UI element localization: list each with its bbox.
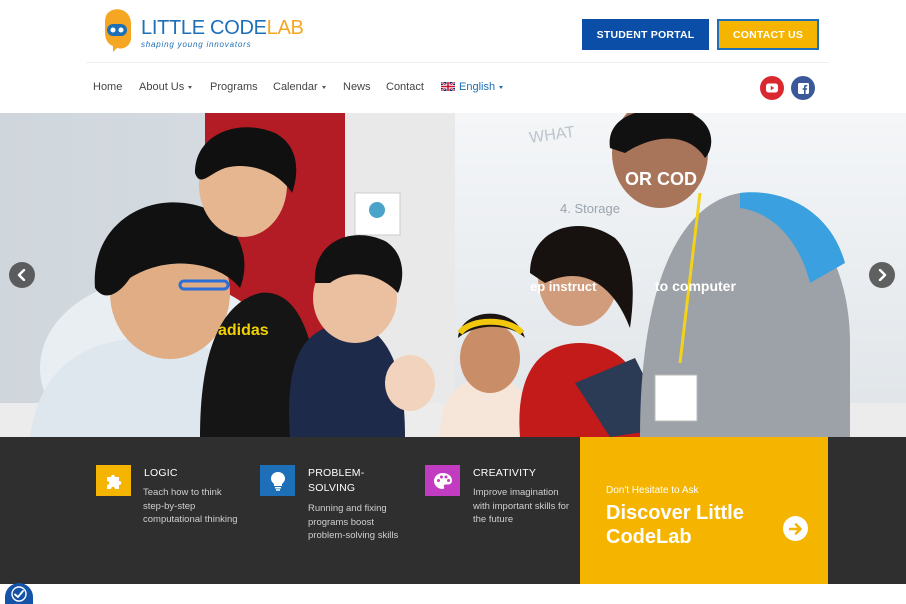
feature-title: CREATIVITY [473, 467, 537, 479]
svg-text:4. Storage: 4. Storage [560, 201, 620, 216]
nav-item-contact[interactable]: Contact [386, 81, 424, 93]
svg-text:ep instruct: ep instruct [530, 279, 597, 294]
logo-wordmark: LITTLE CODELAB [141, 17, 304, 39]
facebook-icon [797, 82, 809, 94]
chevron-right-icon [878, 269, 887, 281]
nav-item-programs[interactable]: Programs [210, 81, 258, 93]
slider-prev-button[interactable] [9, 262, 35, 288]
site-header: LITTLE CODELAB shaping young innovators … [0, 0, 906, 62]
feature-title: PROBLEM-SOLVING [308, 467, 365, 494]
hero-slider[interactable]: WHAT 4. Storage adidas to computer ep in… [0, 113, 906, 437]
caret-down-icon [321, 85, 326, 89]
main-nav: Home About Us Programs Calendar News Con… [0, 63, 906, 113]
logo-tagline: shaping young innovators [141, 40, 252, 49]
caret-down-icon [499, 85, 504, 89]
svg-text:to computer: to computer [655, 278, 736, 294]
nav-item-about-us[interactable]: About Us [139, 81, 193, 93]
chevron-left-icon [17, 269, 26, 281]
svg-text:adidas: adidas [218, 322, 269, 339]
nav-item-home[interactable]: Home [93, 81, 122, 93]
nav-item-news[interactable]: News [343, 81, 371, 93]
cta-subtitle: Don't Hesitate to Ask [606, 485, 699, 496]
site-logo[interactable]: LITTLE CODELAB shaping young innovators [103, 8, 304, 54]
slider-next-button[interactable] [869, 262, 895, 288]
feature-title: LOGIC [144, 467, 178, 479]
page-footer-strip [0, 584, 906, 604]
uk-flag-icon [441, 82, 455, 91]
puzzle-icon [96, 465, 131, 496]
caret-down-icon [188, 85, 193, 89]
accessibility-button[interactable] [5, 583, 33, 604]
svg-text:OR COD: OR COD [625, 169, 697, 189]
cta-title: Discover Little CodeLab [606, 502, 744, 548]
logo-mascot-icon [103, 8, 133, 53]
facebook-link[interactable] [791, 76, 815, 100]
arrow-right-circle-icon[interactable] [783, 516, 808, 541]
accessibility-icon [11, 585, 27, 602]
contact-us-button[interactable]: CONTACT US [717, 19, 819, 50]
feature-description: Improve imagination with important skill… [473, 487, 570, 525]
student-portal-button[interactable]: STUDENT PORTAL [582, 19, 709, 50]
discover-cta[interactable]: Don't Hesitate to Ask Discover Little Co… [580, 437, 828, 584]
feature-description: Running and fixing programs boost proble… [308, 503, 399, 541]
features-section: LOGIC Teach how to think step-by-step co… [0, 437, 906, 584]
nav-item-calendar[interactable]: Calendar [273, 81, 326, 93]
youtube-link[interactable] [760, 76, 784, 100]
language-selector[interactable]: English [441, 81, 504, 93]
youtube-icon [766, 83, 778, 93]
palette-icon [425, 465, 460, 496]
feature-description: Teach how to think step-by-step computat… [143, 487, 238, 525]
lightbulb-icon [260, 465, 295, 496]
hero-photo: WHAT 4. Storage adidas to computer ep in… [0, 113, 906, 437]
